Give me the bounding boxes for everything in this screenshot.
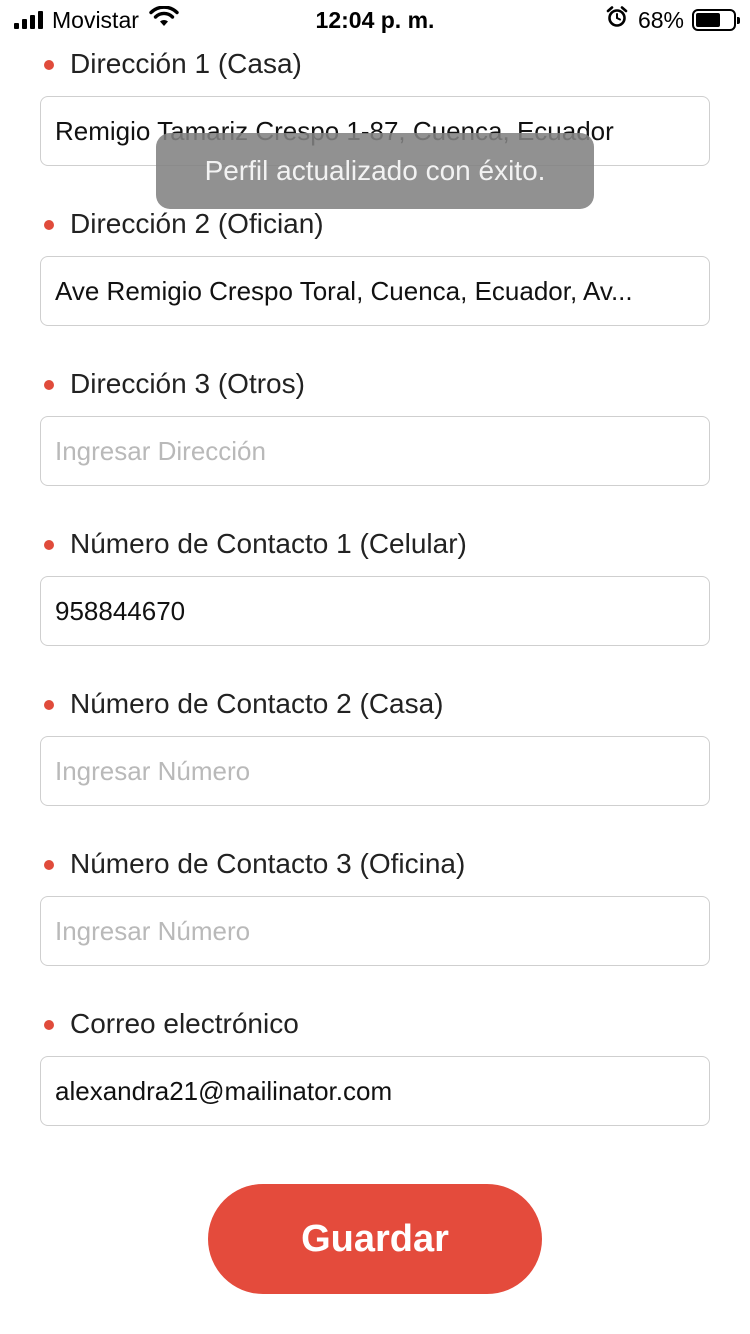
battery-cap xyxy=(737,17,740,24)
address-1-label-text: Dirección 1 (Casa) xyxy=(70,48,302,79)
bullet-icon xyxy=(44,60,54,70)
address-2-input[interactable]: Ave Remigio Crespo Toral, Cuenca, Ecuado… xyxy=(40,256,710,326)
contact-3-label-text: Número de Contacto 3 (Oficina) xyxy=(70,848,466,879)
contact-2-label: Número de Contacto 2 (Casa) xyxy=(40,686,710,722)
email-label-text: Correo electrónico xyxy=(70,1008,299,1039)
contact-2-field: Número de Contacto 2 (Casa) Ingresar Núm… xyxy=(40,686,710,806)
contact-3-field: Número de Contacto 3 (Oficina) Ingresar … xyxy=(40,846,710,966)
profile-edit-screen: Movistar 12:04 p. m. 68% Dirección 1 (Ca… xyxy=(0,0,750,1334)
address-1-label: Dirección 1 (Casa) xyxy=(40,46,710,82)
bullet-icon xyxy=(44,540,54,550)
bullet-icon xyxy=(44,1020,54,1030)
contact-3-label: Número de Contacto 3 (Oficina) xyxy=(40,846,710,882)
bullet-icon xyxy=(44,220,54,230)
email-input[interactable]: alexandra21@mailinator.com xyxy=(40,1056,710,1126)
email-field: Correo electrónico alexandra21@mailinato… xyxy=(40,1006,710,1126)
alarm-icon xyxy=(606,6,628,34)
contact-2-input[interactable]: Ingresar Número xyxy=(40,736,710,806)
address-1-field: Dirección 1 (Casa) Remigio Tamariz Cresp… xyxy=(40,46,710,166)
contact-1-field: Número de Contacto 1 (Celular) 958844670 xyxy=(40,526,710,646)
contact-1-label: Número de Contacto 1 (Celular) xyxy=(40,526,710,562)
address-3-field: Dirección 3 (Otros) Ingresar Dirección xyxy=(40,366,710,486)
contact-1-input[interactable]: 958844670 xyxy=(40,576,710,646)
address-3-input[interactable]: Ingresar Dirección xyxy=(40,416,710,486)
contact-2-label-text: Número de Contacto 2 (Casa) xyxy=(70,688,444,719)
success-toast: Perfil actualizado con éxito. xyxy=(156,133,594,209)
contact-3-input[interactable]: Ingresar Número xyxy=(40,896,710,966)
save-button[interactable]: Guardar xyxy=(208,1184,542,1294)
battery-level-fill xyxy=(696,13,720,27)
bullet-icon xyxy=(44,700,54,710)
address-2-field: Dirección 2 (Ofician) Ave Remigio Crespo… xyxy=(40,206,710,326)
battery-percent: 68% xyxy=(637,6,684,33)
bullet-icon xyxy=(44,860,54,870)
status-bar: Movistar 12:04 p. m. 68% xyxy=(0,0,750,40)
status-right: 68% xyxy=(606,6,740,34)
address-2-label: Dirección 2 (Ofician) xyxy=(40,206,710,242)
address-3-label: Dirección 3 (Otros) xyxy=(40,366,710,402)
address-3-label-text: Dirección 3 (Otros) xyxy=(70,368,305,399)
bullet-icon xyxy=(44,380,54,390)
address-2-label-text: Dirección 2 (Ofician) xyxy=(70,208,324,239)
contact-1-label-text: Número de Contacto 1 (Celular) xyxy=(70,528,467,559)
battery-icon xyxy=(692,9,740,31)
email-label: Correo electrónico xyxy=(40,1006,710,1042)
